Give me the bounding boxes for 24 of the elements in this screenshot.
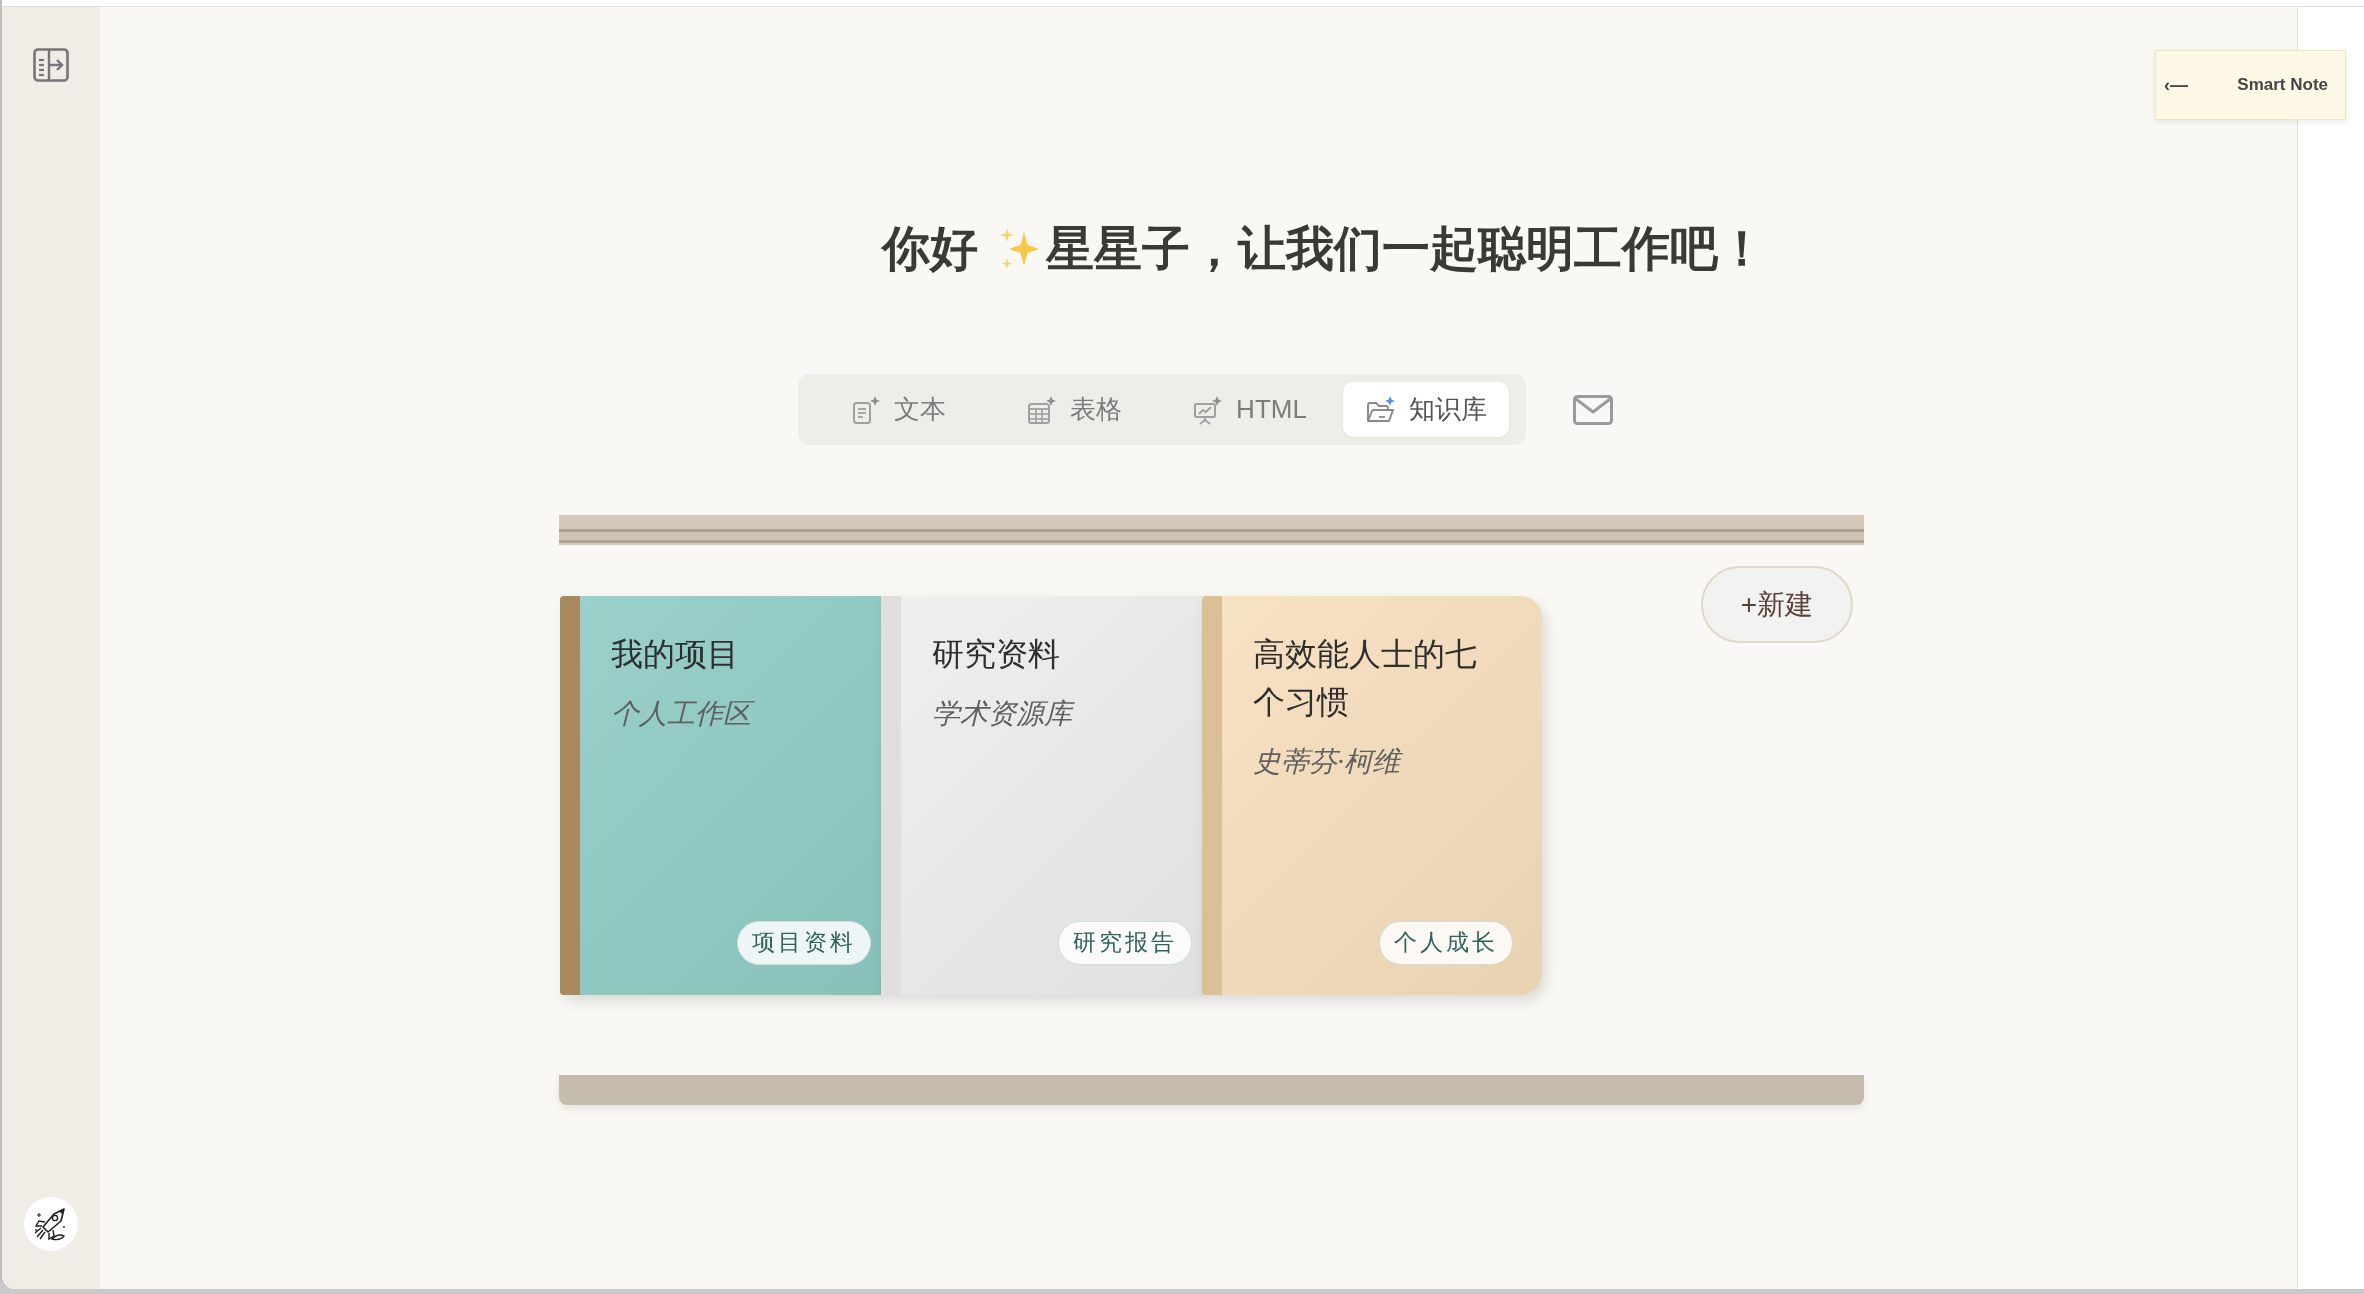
mode-tab[interactable]: HTML xyxy=(1167,382,1333,437)
greeting-text: 你好 xyxy=(882,221,978,277)
table-sparkle-icon xyxy=(1026,394,1057,425)
document-sparkle-icon xyxy=(850,394,881,425)
greeting-message: 星星子，让我们一起聪明工作吧！ xyxy=(1046,221,1766,277)
smart-note-button[interactable]: ‹— Smart Note xyxy=(2155,50,2346,120)
mode-tab[interactable]: 知识库 xyxy=(1343,382,1509,437)
mode-tab[interactable]: 文本 xyxy=(815,382,981,437)
folder-sparkle-icon xyxy=(1365,394,1396,425)
tag-chip: 个人成长 xyxy=(1379,921,1513,965)
book-title: 我的项目 xyxy=(611,635,739,674)
mode-tab[interactable]: 表格 xyxy=(991,382,1157,437)
book-card[interactable]: 研究资料 学术资源库 研究报告 xyxy=(881,596,1202,995)
book-title: 高效能人士的七个习惯 xyxy=(1253,635,1478,722)
rocket-icon[interactable] xyxy=(24,1197,78,1251)
book-card[interactable]: 高效能人士的七个习惯 史蒂芬·柯维 个人成长 xyxy=(1202,596,1542,995)
sidebar-toggle-icon[interactable] xyxy=(33,48,69,82)
new-button[interactable]: +新建 xyxy=(1701,566,1853,643)
tag-chip: 研究报告 xyxy=(1058,921,1192,965)
book-title: 研究资料 xyxy=(932,635,1060,674)
presentation-sparkle-icon xyxy=(1193,394,1224,425)
tag-chip: 项目资料 xyxy=(737,921,871,965)
mail-icon[interactable] xyxy=(1573,394,1613,425)
book-card[interactable]: 我的项目 个人工作区 项目资料 xyxy=(560,596,881,995)
